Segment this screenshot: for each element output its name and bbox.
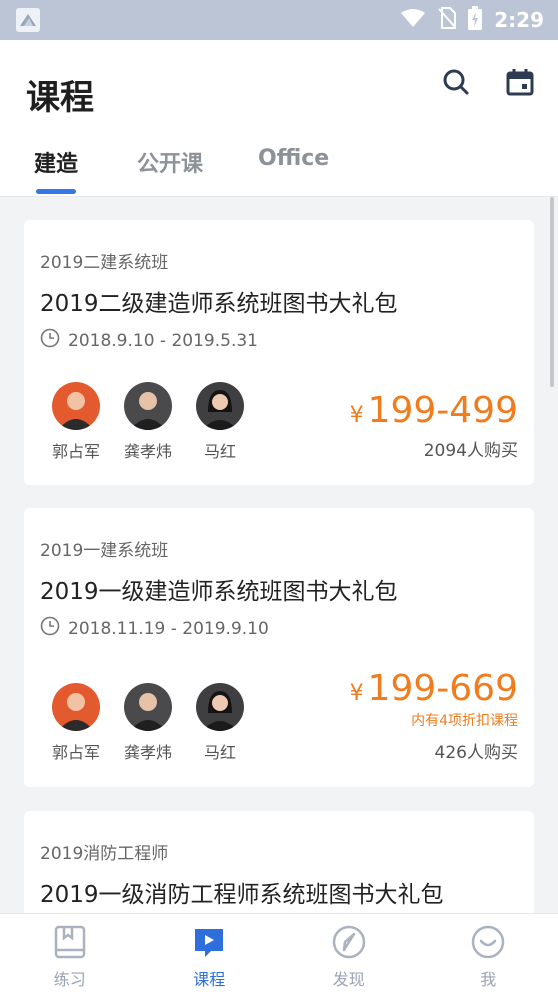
course-category: 2019一建系统班 bbox=[40, 541, 169, 561]
tab-jianzao[interactable]: 建造 bbox=[34, 146, 78, 178]
course-title: 2019二级建造师系统班图书大礼包 bbox=[40, 291, 398, 317]
course-price: ¥ 199-499 bbox=[350, 390, 518, 431]
price-amount: 199-499 bbox=[367, 390, 518, 431]
course-card[interactable]: 2019一建系统班 2019一级建造师系统班图书大礼包 2018.11.19 -… bbox=[24, 508, 534, 787]
status-bar: 2:29 bbox=[0, 0, 558, 40]
teacher-name: 龚孝炜 bbox=[123, 743, 172, 762]
currency-symbol: ¥ bbox=[349, 681, 364, 706]
avatar bbox=[52, 382, 100, 430]
nav-courses[interactable]: 课程 bbox=[140, 914, 280, 992]
teacher-name: 马红 bbox=[203, 743, 236, 762]
bottom-nav: 练习 课程 发现 我 bbox=[0, 913, 558, 992]
buyers-count: 426人购买 bbox=[434, 743, 518, 763]
course-card[interactable]: 2019消防工程师 2019一级消防工程师系统班图书大礼包 bbox=[24, 811, 534, 913]
course-card[interactable]: 2019二建系统班 2019二级建造师系统班图书大礼包 2018.9.10 - … bbox=[24, 220, 534, 485]
play-icon bbox=[191, 924, 227, 964]
teacher-name: 马红 bbox=[203, 442, 236, 461]
discount-note: 内有4项折扣课程 bbox=[411, 713, 518, 729]
wifi-icon bbox=[400, 8, 426, 33]
teacher[interactable]: 马红 bbox=[184, 683, 256, 763]
clock-icon bbox=[40, 616, 60, 641]
avatar bbox=[124, 683, 172, 731]
tab-office[interactable]: Office bbox=[258, 146, 329, 171]
avatar bbox=[124, 382, 172, 430]
course-date: 2018.11.19 - 2019.9.10 bbox=[40, 616, 269, 641]
compass-icon bbox=[331, 924, 367, 964]
battery-charging-icon bbox=[468, 5, 483, 35]
teacher-list: 郭占军 龚孝炜 马红 bbox=[40, 382, 256, 462]
active-tab-indicator bbox=[36, 189, 76, 194]
nav-label: 练习 bbox=[53, 970, 86, 989]
teacher[interactable]: 龚孝炜 bbox=[112, 683, 184, 763]
course-title: 2019一级建造师系统班图书大礼包 bbox=[40, 579, 398, 605]
scrollbar[interactable] bbox=[550, 197, 554, 387]
book-icon bbox=[52, 924, 88, 964]
tab-public-course[interactable]: 公开课 bbox=[137, 146, 203, 178]
course-title: 2019一级消防工程师系统班图书大礼包 bbox=[40, 882, 444, 908]
price-amount: 199-669 bbox=[367, 668, 518, 709]
course-date-range: 2018.11.19 - 2019.9.10 bbox=[68, 618, 269, 639]
status-time: 2:29 bbox=[494, 8, 544, 32]
page-title: 课程 bbox=[26, 78, 94, 118]
header: 课程 建造 公开课 Office bbox=[0, 40, 558, 197]
avatar bbox=[52, 683, 100, 731]
course-price: ¥ 199-669 bbox=[350, 668, 518, 709]
course-category: 2019二建系统班 bbox=[40, 253, 169, 273]
nav-me[interactable]: 我 bbox=[419, 914, 558, 992]
teacher-name: 龚孝炜 bbox=[123, 442, 172, 461]
avatar bbox=[196, 382, 244, 430]
teacher[interactable]: 龚孝炜 bbox=[112, 382, 184, 462]
tab-bar: 建造 公开课 Office bbox=[0, 140, 558, 197]
no-sim-icon bbox=[438, 6, 457, 34]
currency-symbol: ¥ bbox=[349, 403, 364, 428]
smile-icon bbox=[470, 924, 506, 964]
nav-discover[interactable]: 发现 bbox=[279, 914, 419, 992]
nav-label: 我 bbox=[480, 970, 497, 989]
course-date: 2018.9.10 - 2019.5.31 bbox=[40, 328, 258, 353]
app-notification-icon bbox=[16, 8, 40, 32]
nav-practice[interactable]: 练习 bbox=[0, 914, 140, 992]
nav-label: 课程 bbox=[193, 970, 226, 989]
nav-label: 发现 bbox=[332, 970, 365, 989]
avatar bbox=[196, 683, 244, 731]
course-date-range: 2018.9.10 - 2019.5.31 bbox=[68, 330, 258, 351]
teacher-name: 郭占军 bbox=[51, 743, 100, 762]
course-category: 2019消防工程师 bbox=[40, 844, 169, 864]
teacher[interactable]: 郭占军 bbox=[40, 382, 112, 462]
teacher[interactable]: 郭占军 bbox=[40, 683, 112, 763]
buyers-count: 2094人购买 bbox=[423, 441, 518, 461]
teacher-name: 郭占军 bbox=[51, 442, 100, 461]
teacher-list: 郭占军 龚孝炜 马红 bbox=[40, 683, 256, 763]
clock-icon bbox=[40, 328, 60, 353]
search-icon[interactable] bbox=[440, 66, 472, 98]
teacher[interactable]: 马红 bbox=[184, 382, 256, 462]
calendar-icon[interactable] bbox=[504, 66, 536, 98]
course-list[interactable]: 2019二建系统班 2019二级建造师系统班图书大礼包 2018.9.10 - … bbox=[0, 197, 558, 913]
